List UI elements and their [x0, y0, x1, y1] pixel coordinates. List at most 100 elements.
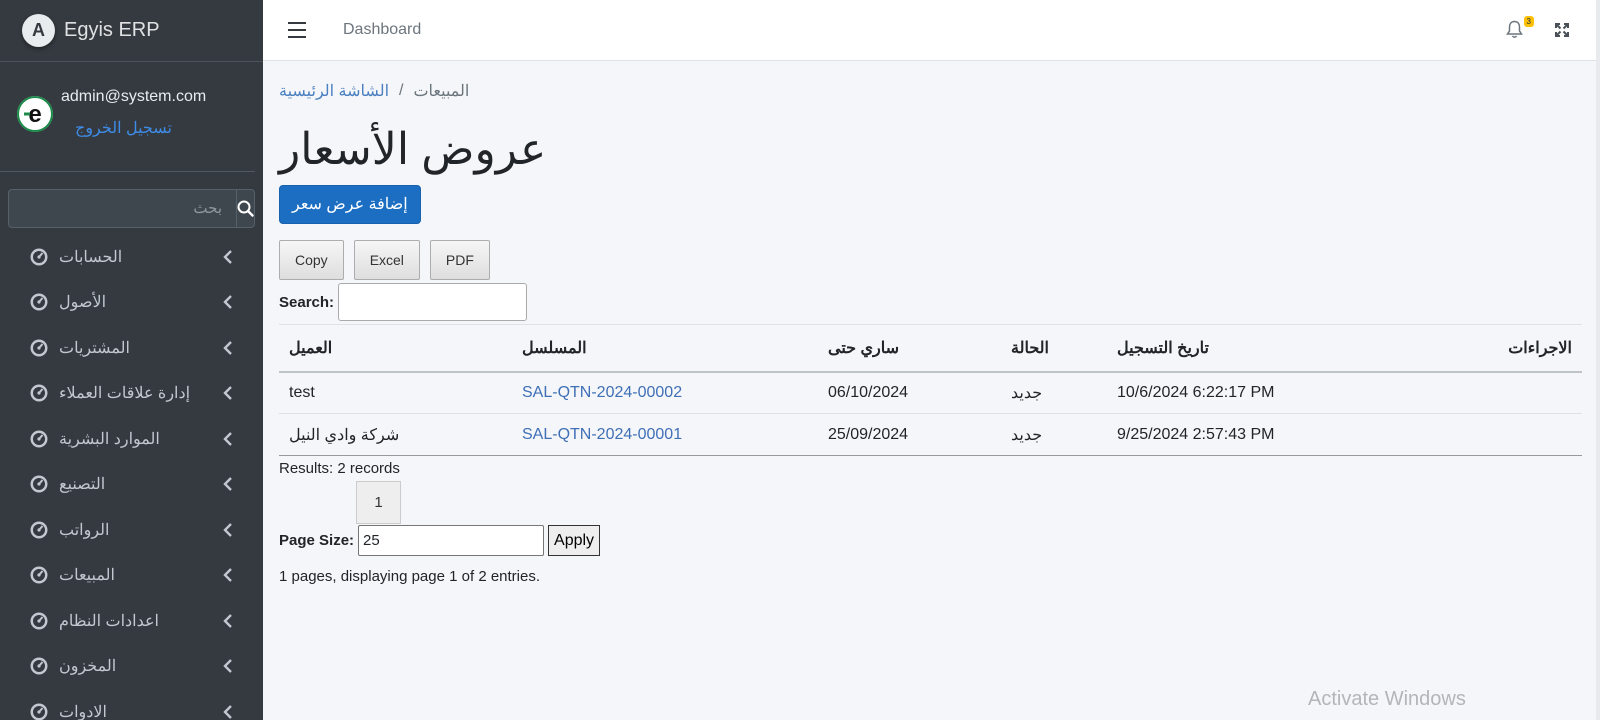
- dashboard-link[interactable]: Dashboard: [343, 21, 421, 39]
- quotations-table: العميل المسلسل ساري حتى الحالة تاريخ الت…: [279, 324, 1582, 456]
- chevron-left-icon: [223, 431, 232, 446]
- cell-status: جديد: [1001, 371, 1107, 414]
- top-navbar: Dashboard 3: [263, 0, 1600, 61]
- sidebar-search-input[interactable]: [8, 189, 236, 228]
- chevron-left-icon: [223, 704, 232, 719]
- header-code[interactable]: المسلسل: [512, 324, 818, 373]
- sidebar-item-purchases[interactable]: المشتريات: [0, 325, 263, 371]
- sidebar-item-sales[interactable]: المبيعات: [0, 553, 263, 599]
- sidebar-item-label: إدارة علاقات العملاء: [59, 385, 191, 403]
- main-content: الشاشة الرئيسية / المبيعات عروض الأسعار …: [279, 61, 1587, 585]
- sidebar-item-label: الحسابات: [59, 248, 123, 266]
- search-label: Search:: [279, 293, 335, 311]
- apply-button[interactable]: Apply: [548, 525, 601, 556]
- cell-code: SAL-QTN-2024-00002: [512, 371, 818, 414]
- sidebar-item-payroll[interactable]: الرواتب: [0, 507, 263, 553]
- svg-text:e: e: [28, 101, 41, 128]
- notifications-button[interactable]: 3: [1506, 16, 1534, 40]
- table-header-row: العميل المسلسل ساري حتى الحالة تاريخ الت…: [279, 324, 1582, 373]
- chevron-left-icon: [223, 340, 232, 355]
- logout-link[interactable]: تسجيل الخروج: [75, 118, 206, 138]
- chevron-left-icon: [223, 522, 232, 537]
- chevron-left-icon: [223, 386, 232, 401]
- tachometer-icon: [30, 521, 48, 539]
- cell-customer: test: [279, 371, 512, 414]
- cell-created: 9/25/2024 2:57:43 PM: [1107, 413, 1377, 456]
- sidebar-item-hr[interactable]: الموارد البشرية: [0, 416, 263, 462]
- add-quotation-button[interactable]: إضافة عرض سعر: [279, 185, 421, 224]
- cell-actions: [1377, 371, 1582, 414]
- activate-windows-watermark: Activate Windows: [1308, 688, 1466, 710]
- pagination-summary: 1 pages, displaying page 1 of 2 entries.: [279, 568, 541, 585]
- sidebar-item-label: الأصول: [59, 294, 107, 312]
- chevron-left-icon: [223, 249, 232, 264]
- cell-valid-until: 25/09/2024: [818, 413, 1001, 456]
- sidebar-item-label: المخزون: [59, 658, 117, 676]
- quotation-code-link[interactable]: SAL-QTN-2024-00001: [522, 426, 682, 443]
- header-valid-until[interactable]: ساري حتى: [818, 324, 1001, 373]
- excel-button[interactable]: Excel: [353, 240, 420, 280]
- sidebar-item-label: المبيعات: [59, 567, 115, 585]
- user-email: admin@system.com: [61, 88, 207, 105]
- sidebar-item-label: اعدادات النظام: [59, 612, 159, 630]
- table-search-input[interactable]: [338, 283, 528, 321]
- window-edge: [1596, 0, 1600, 720]
- tachometer-icon: [30, 612, 48, 630]
- sidebar-item-label: الادوات: [59, 703, 107, 720]
- quotation-code-link[interactable]: SAL-QTN-2024-00002: [522, 384, 682, 401]
- user-panel: e admin@system.com تسجيل الخروج: [0, 62, 255, 172]
- menu-toggle-icon[interactable]: [288, 22, 306, 38]
- breadcrumb-home[interactable]: الشاشة الرئيسية: [279, 81, 389, 101]
- sidebar-item-label: المشتريات: [59, 339, 130, 357]
- sidebar-item-accounts[interactable]: الحسابات: [0, 234, 263, 280]
- sidebar-item-tools[interactable]: الادوات: [0, 689, 263, 720]
- cell-actions: [1377, 413, 1582, 456]
- page-title: عروض الأسعار: [279, 125, 547, 174]
- header-actions: الاجراءات: [1377, 324, 1582, 373]
- user-avatar: e: [17, 96, 53, 132]
- header-created[interactable]: تاريخ التسجيل: [1107, 324, 1377, 373]
- tachometer-icon: [30, 430, 48, 448]
- sidebar-item-settings[interactable]: اعدادات النظام: [0, 598, 263, 644]
- tachometer-icon: [30, 339, 48, 357]
- sidebar-item-assets[interactable]: الأصول: [0, 280, 263, 326]
- tachometer-icon: [30, 657, 48, 675]
- chevron-left-icon: [223, 477, 232, 492]
- header-status[interactable]: الحالة: [1001, 324, 1107, 373]
- sidebar-search: [8, 189, 255, 228]
- breadcrumb: الشاشة الرئيسية / المبيعات: [279, 81, 1587, 101]
- tachometer-icon: [30, 384, 48, 402]
- chevron-left-icon: [223, 568, 232, 583]
- sidebar-item-inventory[interactable]: المخزون: [0, 644, 263, 690]
- chevron-left-icon: [223, 659, 232, 674]
- breadcrumb-separator: /: [399, 82, 404, 99]
- cell-created: 10/6/2024 6:22:17 PM: [1107, 371, 1377, 414]
- fullscreen-icon[interactable]: [1554, 22, 1570, 38]
- chevron-left-icon: [223, 613, 232, 628]
- sidebar: A Egyis ERP e admin@system.com تسجيل الخ…: [0, 0, 263, 720]
- pdf-button[interactable]: PDF: [429, 240, 490, 280]
- page-size-control: Page Size: 25 Apply: [279, 525, 1587, 556]
- brand-name: Egyis ERP: [64, 19, 160, 41]
- header-customer[interactable]: العميل: [279, 324, 512, 373]
- sidebar-search-button[interactable]: [236, 189, 255, 228]
- page-size-input[interactable]: 25: [358, 525, 545, 556]
- notification-badge: 3: [1523, 16, 1534, 27]
- sidebar-item-label: التصنيع: [59, 476, 106, 494]
- export-buttons: Copy Excel PDF: [279, 240, 1587, 280]
- breadcrumb-current: المبيعات: [413, 83, 470, 100]
- tachometer-icon: [30, 475, 48, 493]
- cell-valid-until: 06/10/2024: [818, 371, 1001, 414]
- table-row: شركة وادي النيل SAL-QTN-2024-00001 25/09…: [279, 413, 1582, 456]
- sidebar-item-crm[interactable]: إدارة علاقات العملاء: [0, 371, 263, 417]
- brand[interactable]: A Egyis ERP: [0, 0, 263, 62]
- sidebar-item-label: الموارد البشرية: [59, 430, 160, 448]
- cell-status: جديد: [1001, 413, 1107, 456]
- tachometer-icon: [30, 248, 48, 266]
- search-icon: [237, 200, 254, 217]
- sidebar-item-manufacturing[interactable]: التصنيع: [0, 462, 263, 508]
- bell-icon: [1506, 20, 1523, 38]
- cell-code: SAL-QTN-2024-00001: [512, 413, 818, 456]
- copy-button[interactable]: Copy: [279, 240, 344, 280]
- page-button-1[interactable]: 1: [356, 481, 401, 524]
